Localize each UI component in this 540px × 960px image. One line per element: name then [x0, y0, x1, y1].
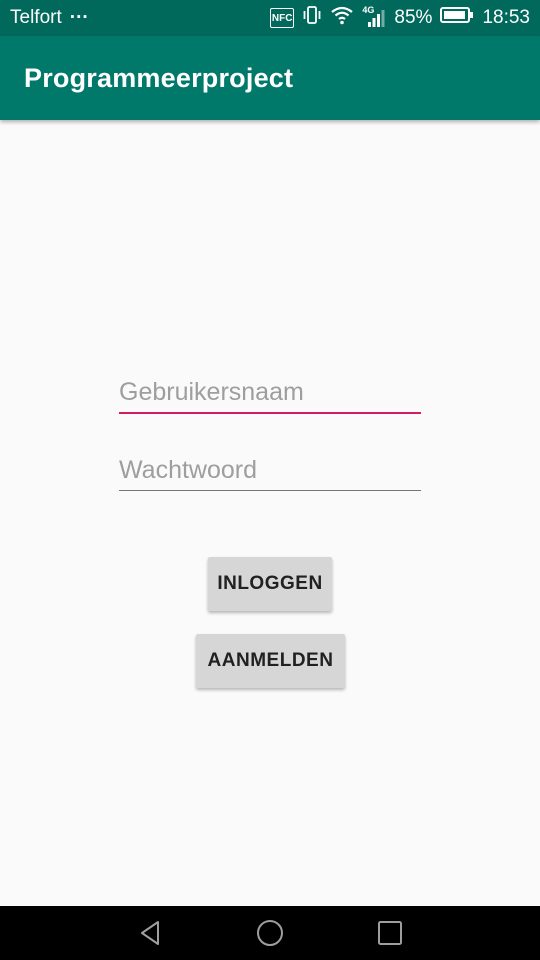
home-icon — [257, 920, 283, 946]
home-button[interactable] — [256, 919, 284, 947]
login-button[interactable]: INLOGGEN — [208, 557, 332, 611]
navigation-bar — [0, 906, 540, 960]
nfc-icon: NFC — [269, 8, 295, 28]
username-input[interactable] — [119, 372, 421, 414]
register-button[interactable]: AANMELDEN — [196, 634, 345, 688]
wifi-icon — [330, 5, 354, 31]
status-left: Telfort ··· — [10, 7, 89, 29]
battery-icon — [440, 6, 474, 30]
more-notifications-icon: ··· — [69, 7, 89, 28]
clock: 18:53 — [482, 7, 530, 28]
nfc-label: NFC — [271, 12, 293, 24]
app-title: Programmeerproject — [24, 62, 294, 93]
password-input[interactable] — [119, 450, 421, 491]
battery-percent: 85% — [394, 7, 433, 28]
back-button[interactable] — [137, 919, 165, 947]
recents-button[interactable] — [376, 919, 404, 947]
back-icon — [141, 921, 159, 945]
carrier-label: Telfort — [10, 7, 62, 28]
status-bar: Telfort ··· NFC 4G 85% 18:53 — [0, 0, 540, 36]
status-right: NFC 4G 85% 18:53 — [269, 5, 530, 31]
cellular-signal-icon: 4G — [362, 5, 386, 29]
app-bar: Programmeerproject — [0, 36, 540, 120]
vibrate-icon — [302, 5, 322, 31]
recents-icon — [378, 921, 402, 945]
